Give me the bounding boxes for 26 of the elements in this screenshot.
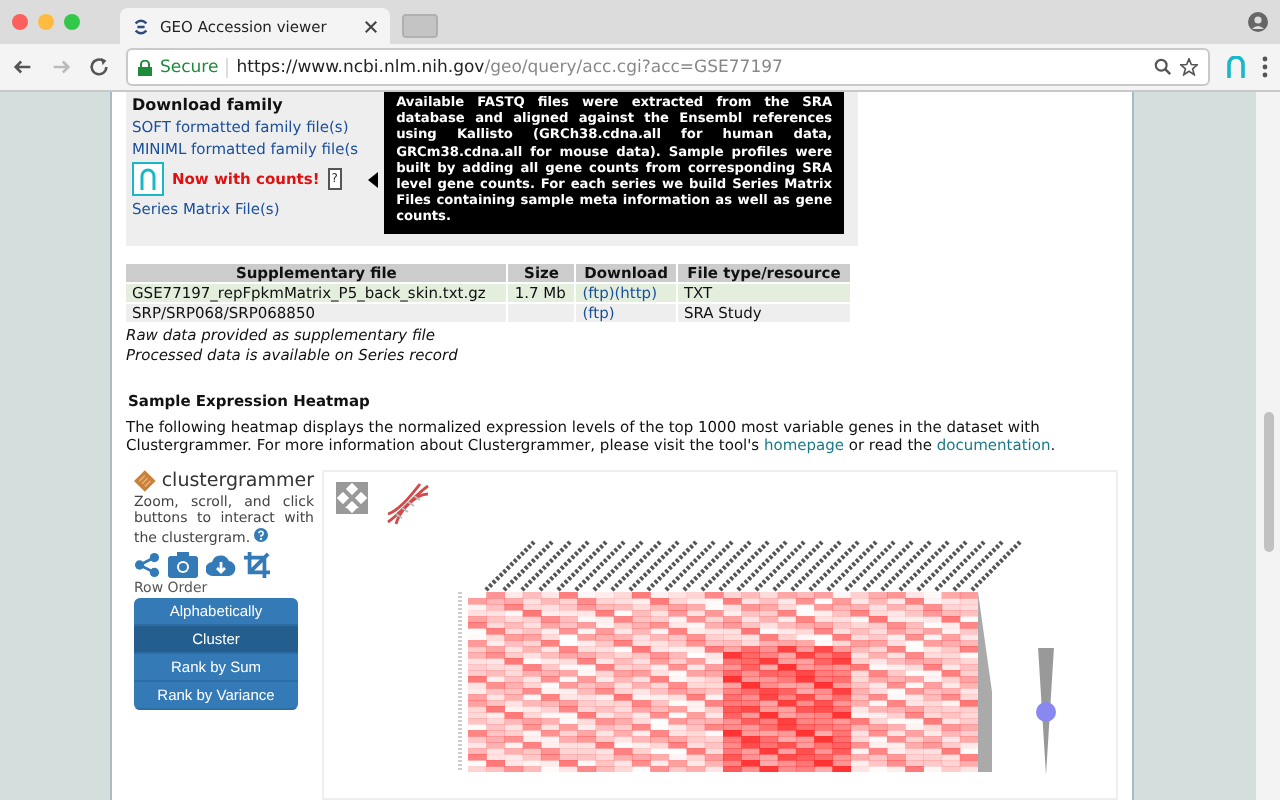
- close-icon[interactable]: [364, 19, 378, 33]
- camera-icon[interactable]: [168, 552, 198, 579]
- scrollbar-thumb[interactable]: [1263, 412, 1273, 552]
- menu-icon[interactable]: [1262, 56, 1268, 78]
- help-icon[interactable]: [254, 527, 269, 542]
- back-icon[interactable]: [12, 56, 34, 78]
- secure-label: Secure: [160, 57, 229, 77]
- slider-thumb[interactable]: [1036, 701, 1056, 722]
- cloud-download-icon[interactable]: [206, 552, 236, 579]
- logo-text: clustergrammer: [161, 469, 314, 492]
- zoom-icon[interactable]: [1154, 58, 1172, 76]
- profile-icon[interactable]: [1248, 12, 1268, 32]
- tab-favicon-icon: [132, 17, 150, 35]
- reload-icon[interactable]: [88, 56, 110, 78]
- url-host: https://www.ncbi.nlm.nih.gov: [236, 57, 485, 77]
- dna-icon: [384, 481, 432, 526]
- logo-icon: [134, 469, 156, 492]
- share-icon[interactable]: [134, 552, 160, 579]
- lock-icon: [138, 59, 152, 75]
- crop-icon[interactable]: [244, 552, 270, 579]
- section-heading: Download family: [132, 96, 285, 114]
- arch-logo-icon: [132, 162, 164, 196]
- star-icon[interactable]: [1180, 58, 1198, 76]
- expand-icon[interactable]: [336, 481, 368, 514]
- url-path: /geo/query/acc.cgi?acc=GSE77197: [484, 57, 783, 77]
- address-field[interactable]: Secure https://www.ncbi.nlm.nih.gov/geo/query/acc.cgi?acc=GSE77197: [126, 48, 1210, 86]
